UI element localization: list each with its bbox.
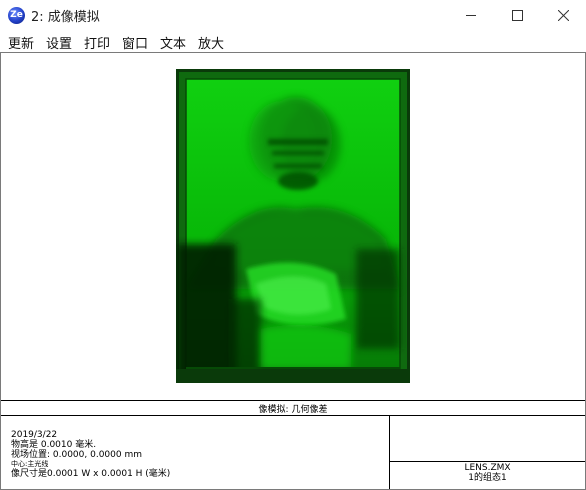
title-bar[interactable]: Ze 2: 成像模拟 bbox=[0, 0, 586, 30]
caption-separator-bottom bbox=[1, 415, 585, 416]
plot-info-block: 2019/3/22 物高是 0.0010 毫米. 视场位置: 0.0000, 0… bbox=[11, 430, 170, 479]
lens-info-block: LENS.ZMX 1的组态1 bbox=[390, 463, 585, 483]
image-simulation-window: Ze 2: 成像模拟 更新 设置 打印 窗口 文本 放大 像模拟: 几何像差 2… bbox=[0, 0, 586, 490]
menu-bar: 更新 设置 打印 窗口 文本 放大 bbox=[0, 30, 586, 52]
menu-print[interactable]: 打印 bbox=[84, 33, 110, 52]
menu-update[interactable]: 更新 bbox=[8, 33, 34, 52]
info-field-position: 视场位置: 0.0000, 0.0000 mm bbox=[11, 450, 142, 460]
minimize-button[interactable] bbox=[448, 0, 494, 30]
close-button[interactable] bbox=[540, 0, 586, 30]
window-title: 2: 成像模拟 bbox=[31, 10, 100, 25]
zemax-app-icon: Ze bbox=[8, 7, 25, 24]
plot-frame: 像模拟: 几何像差 2019/3/22 物高是 0.0010 毫米. 视场位置:… bbox=[0, 52, 586, 490]
menu-text[interactable]: 文本 bbox=[160, 33, 186, 52]
lens-file: LENS.ZMX bbox=[464, 463, 511, 473]
maximize-button[interactable] bbox=[494, 0, 540, 30]
menu-window[interactable]: 窗口 bbox=[122, 33, 148, 52]
info-object-height: 物高是 0.0010 毫米. bbox=[11, 440, 97, 450]
minimize-icon bbox=[466, 14, 476, 16]
close-icon bbox=[557, 9, 569, 21]
lens-config: 1的组态1 bbox=[468, 473, 507, 483]
info-divider-horizontal bbox=[389, 461, 585, 462]
info-center-note: 中心:主光线 bbox=[11, 460, 49, 468]
menu-settings[interactable]: 设置 bbox=[46, 33, 72, 52]
simulated-image bbox=[176, 69, 410, 383]
maximize-icon bbox=[511, 9, 523, 21]
info-date: 2019/3/22 bbox=[11, 430, 58, 440]
menu-zoom[interactable]: 放大 bbox=[198, 33, 224, 52]
caption-separator-top bbox=[1, 400, 585, 401]
plot-caption: 像模拟: 几何像差 bbox=[258, 405, 328, 415]
info-image-size: 像尺寸是0.0001 W x 0.0001 H (毫米) bbox=[11, 469, 171, 479]
simulated-image-render bbox=[176, 69, 410, 383]
